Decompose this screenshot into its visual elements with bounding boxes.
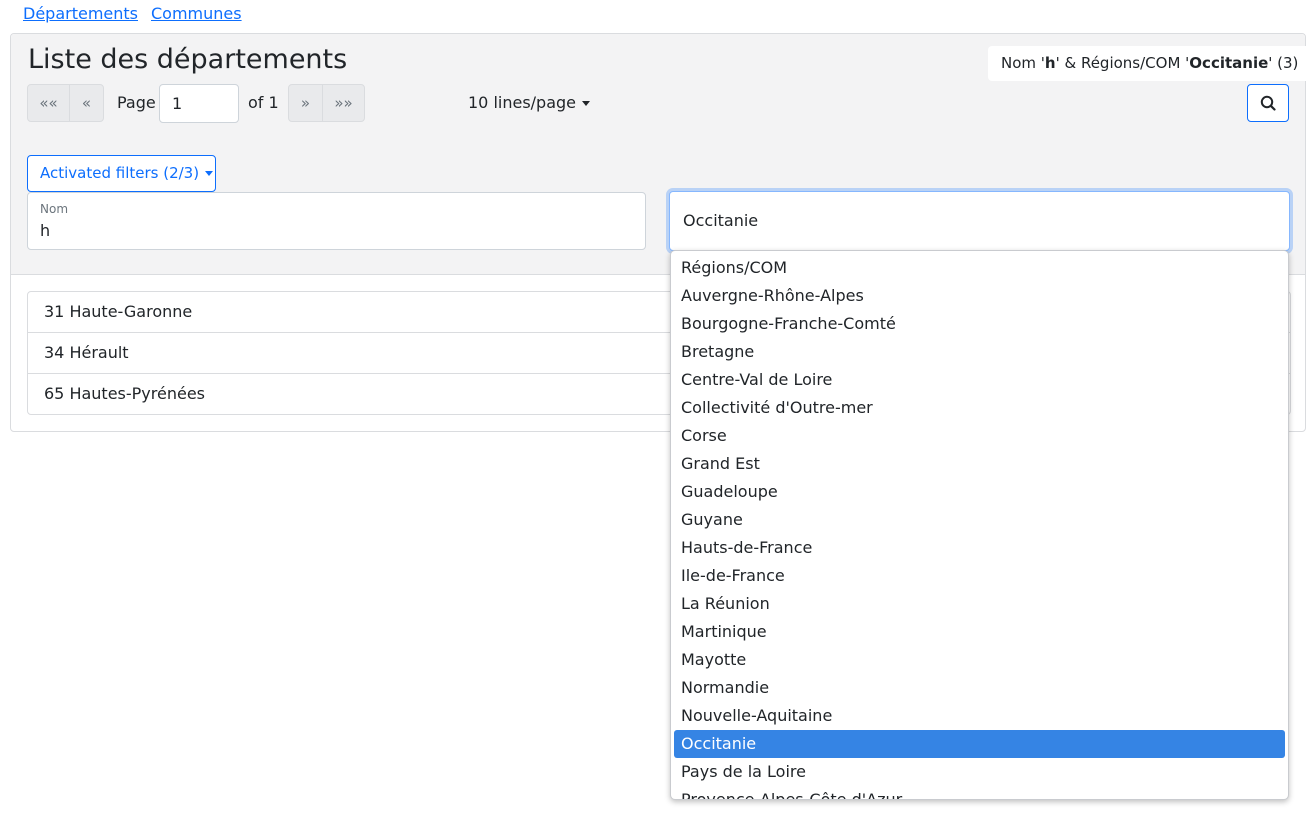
prev-page-button[interactable]: « [69, 84, 104, 122]
region-option[interactable]: Mayotte [671, 646, 1288, 674]
region-options-list: Régions/COM Auvergne-Rhône-Alpes Bourgogne… [671, 251, 1288, 799]
last-page-button[interactable]: »» [322, 84, 365, 122]
region-option[interactable]: Pays de la Loire [671, 758, 1288, 786]
region-option[interactable]: Ile-de-France [671, 562, 1288, 590]
region-option[interactable]: Hauts-de-France [671, 534, 1288, 562]
region-select[interactable]: Occitanie [669, 191, 1290, 251]
nom-filter-field[interactable]: Nom h [27, 192, 646, 250]
summary-count: ' (3) [1268, 54, 1299, 72]
caret-down-icon [582, 101, 591, 106]
region-option[interactable]: Nouvelle-Aquitaine [671, 702, 1288, 730]
region-option[interactable]: Bretagne [671, 338, 1288, 366]
summary-text: ' & Régions/COM ' [1055, 54, 1190, 72]
nom-filter-value: h [40, 221, 51, 240]
nav-link-communes[interactable]: Communes [151, 4, 242, 24]
region-option[interactable]: Provence-Alpes-Côte d'Azur [671, 786, 1288, 799]
lines-per-page-label: 10 lines/page [468, 93, 577, 112]
page-number-input[interactable] [159, 84, 239, 123]
region-option[interactable]: Grand Est [671, 450, 1288, 478]
nav-link-departements[interactable]: Départements [23, 4, 138, 24]
region-options-dropdown[interactable]: Régions/COM Auvergne-Rhône-Alpes Bourgogne… [670, 250, 1289, 800]
nom-filter-label: Nom [40, 202, 69, 216]
search-button[interactable] [1247, 84, 1289, 122]
region-option[interactable]: Auvergne-Rhône-Alpes [671, 282, 1288, 310]
page-title: Liste des départements [28, 44, 348, 75]
region-option[interactable]: Occitanie [674, 730, 1285, 758]
lines-per-page-dropdown[interactable]: 10 lines/page [468, 84, 591, 122]
region-option[interactable]: Régions/COM [671, 254, 1288, 282]
region-option[interactable]: La Réunion [671, 590, 1288, 618]
region-option[interactable]: Martinique [671, 618, 1288, 646]
summary-value-nom: h [1044, 54, 1056, 72]
activated-filters-label: Activated filters (2/3) [40, 164, 200, 182]
region-option[interactable]: Guyane [671, 506, 1288, 534]
search-icon [1260, 95, 1276, 111]
region-option[interactable]: Corse [671, 422, 1288, 450]
page-label: Page [117, 93, 156, 112]
first-page-button[interactable]: «« [27, 84, 70, 122]
next-page-button[interactable]: » [288, 84, 323, 122]
region-option[interactable]: Guadeloupe [671, 478, 1288, 506]
region-select-value: Occitanie [683, 211, 759, 230]
region-option[interactable]: Centre-Val de Loire [671, 366, 1288, 394]
region-option[interactable]: Collectivité d'Outre-mer [671, 394, 1288, 422]
filter-summary: Nom 'h' & Régions/COM 'Occitanie' (3) [988, 46, 1312, 81]
summary-value-region: Occitanie [1189, 54, 1269, 72]
region-option[interactable]: Bourgogne-Franche-Comté [671, 310, 1288, 338]
region-option[interactable]: Normandie [671, 674, 1288, 702]
page-total-label: of 1 [248, 93, 279, 112]
activated-filters-button[interactable]: Activated filters (2/3) [27, 155, 216, 192]
summary-text: Nom ' [1001, 54, 1045, 72]
caret-down-icon [205, 171, 214, 176]
card-header: Liste des départements Nom 'h' & Régions… [11, 34, 1312, 275]
